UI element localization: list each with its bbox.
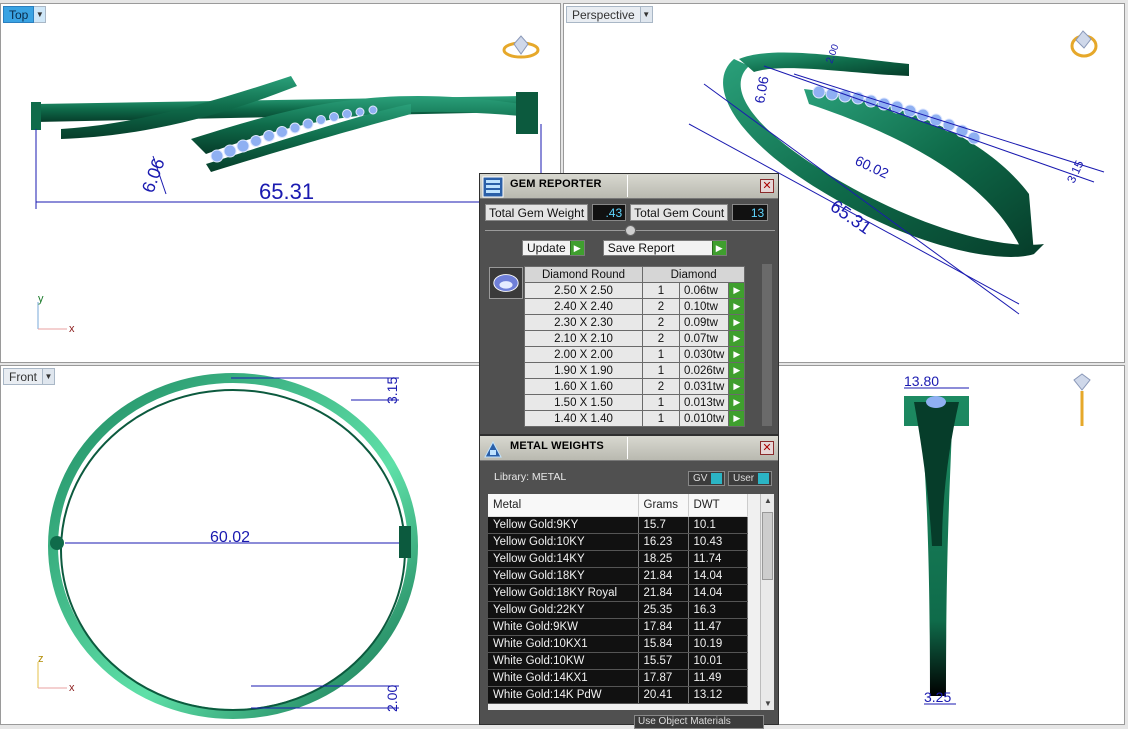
total-gem-count-value: 13 (732, 204, 769, 221)
play-arrow-icon[interactable]: ▶ (711, 241, 726, 255)
svg-text:y: y (38, 293, 44, 305)
front-dim-top: 3.15 (384, 377, 400, 404)
metal-row[interactable]: Yellow Gold:18KY Royal 21.84 14.04 (488, 584, 748, 602)
gem-reporter-icon (482, 176, 504, 198)
persp-dim-width: 60.02 (853, 152, 892, 181)
chevron-down-icon[interactable]: ▼ (640, 6, 653, 23)
gem-row: 1.60 X 1.60 2 0.031tw ▶ (524, 378, 746, 395)
gem-row: 2.40 X 2.40 2 0.10tw ▶ (524, 298, 746, 315)
metal-weights-panel[interactable]: METAL WEIGHTS ✕ Library: METAL GV User M… (479, 435, 779, 729)
metal-row[interactable]: White Gold:14K PdW 20.41 13.12 (488, 686, 748, 704)
user-toggle[interactable]: User (728, 471, 773, 486)
viewport-front[interactable]: 60.02 3.15 2.00 z x Front ▼ (0, 365, 561, 725)
gem-table-scrollbar[interactable] (762, 264, 772, 426)
play-arrow-icon[interactable]: ▶ (728, 282, 746, 299)
metal-weights-icon (484, 440, 502, 458)
play-arrow-icon[interactable]: ▶ (569, 241, 584, 255)
tab-top[interactable]: Top ▼ (3, 6, 47, 23)
total-gem-count-label: Total Gem Count (630, 204, 729, 221)
gem-row: 2.50 X 2.50 1 0.06tw ▶ (524, 282, 746, 299)
scroll-up-icon[interactable]: ▲ (761, 496, 775, 505)
metal-table: Metal Grams DWT Yellow Gold:9KY 15.7 10.1 … (488, 494, 748, 704)
right-dim-top: 13.80 (904, 373, 939, 389)
tab-front[interactable]: Front ▼ (3, 368, 56, 385)
metal-row[interactable]: Yellow Gold:10KY 16.23 10.43 (488, 533, 748, 551)
svg-text:z: z (38, 653, 44, 665)
play-arrow-icon[interactable]: ▶ (728, 346, 746, 363)
right-dim-bottom: 3.25 (924, 689, 951, 705)
gem-row: 1.40 X 1.40 1 0.010tw ▶ (524, 410, 746, 427)
metal-weights-title: METAL WEIGHTS (510, 440, 604, 452)
persp-dim-top: 3.15 (1064, 158, 1087, 185)
metal-row[interactable]: White Gold:10KW 15.57 10.01 (488, 652, 748, 670)
top-dim-length: 65.31 (259, 179, 314, 204)
metal-column-header[interactable]: Metal (488, 494, 639, 517)
metal-row[interactable]: White Gold:9KW 17.84 11.47 (488, 618, 748, 636)
right-ring-icon (1073, 373, 1091, 426)
use-object-materials-checkbox[interactable]: Use Object Materials (634, 715, 764, 729)
metal-row[interactable]: Yellow Gold:22KY 25.35 16.3 (488, 601, 748, 619)
metal-weights-titlebar[interactable]: METAL WEIGHTS ✕ (480, 436, 778, 461)
gem-reporter-title: GEM REPORTER (510, 178, 602, 190)
metal-row[interactable]: White Gold:10KX1 15.84 10.19 (488, 635, 748, 653)
play-arrow-icon[interactable]: ▶ (728, 330, 746, 347)
svg-text:x: x (69, 323, 75, 335)
update-button[interactable]: Update ▶ (522, 240, 585, 256)
gem-row: 2.00 X 2.00 1 0.030tw ▶ (524, 346, 746, 363)
gem-table: Diamond Round Diamond 2.50 X 2.50 1 0.06tw… (524, 266, 746, 427)
front-view-scene: 60.02 3.15 2.00 z x (37, 373, 418, 719)
total-gem-weight-label: Total Gem Weight (485, 204, 589, 221)
gv-toggle[interactable]: GV (688, 471, 726, 486)
gem-row: 1.90 X 1.90 1 0.026tw ▶ (524, 362, 746, 379)
metal-table-area: Metal Grams DWT Yellow Gold:9KY 15.7 10.1 … (488, 494, 768, 710)
gem-reporter-titlebar[interactable]: GEM REPORTER ✕ (480, 174, 778, 199)
diamond-round-icon (489, 267, 523, 299)
play-arrow-icon[interactable]: ▶ (728, 314, 746, 331)
gem-type-header: Diamond (641, 266, 746, 283)
gem-totals: Total Gem Weight .43 Total Gem Count 13 (485, 204, 769, 221)
front-axis-icon: z x (37, 653, 75, 694)
save-report-button[interactable]: Save Report ▶ (602, 240, 727, 256)
play-arrow-icon[interactable]: ▶ (728, 410, 746, 427)
metal-table-scrollbar[interactable]: ▲ ▼ (760, 494, 774, 710)
play-arrow-icon[interactable]: ▶ (728, 394, 746, 411)
gem-row: 2.30 X 2.30 2 0.09tw ▶ (524, 314, 746, 331)
persp-ring-icon (1070, 30, 1098, 58)
top-view-scene: 65.31 6.06 y x (31, 35, 542, 335)
panel-split-slider[interactable] (485, 225, 775, 236)
svg-text:x: x (69, 682, 75, 694)
scroll-down-icon[interactable]: ▼ (761, 699, 775, 708)
persp-dim-gem: 6.06 (751, 75, 772, 105)
tab-perspective[interactable]: Perspective ▼ (566, 6, 653, 23)
scrollbar-thumb[interactable] (762, 512, 773, 580)
metal-row[interactable]: Yellow Gold:9KY 15.7 10.1 (488, 516, 748, 534)
top-ring-icon (502, 35, 540, 59)
metal-library-label: Library: METAL (494, 471, 567, 483)
play-arrow-icon[interactable]: ▶ (728, 298, 746, 315)
grams-column-header[interactable]: Grams (638, 494, 689, 517)
front-dim-width: 60.02 (210, 529, 250, 546)
close-icon[interactable]: ✕ (760, 179, 774, 193)
play-arrow-icon[interactable]: ▶ (728, 362, 746, 379)
metal-row[interactable]: White Gold:14KX1 17.87 11.49 (488, 669, 748, 687)
close-icon[interactable]: ✕ (760, 441, 774, 455)
total-gem-weight-value: .43 (592, 204, 627, 221)
viewport-top[interactable]: 65.31 6.06 y x Top ▼ (0, 3, 561, 363)
slider-knob[interactable] (625, 225, 636, 236)
chevron-down-icon[interactable]: ▼ (43, 368, 56, 385)
dwt-column-header[interactable]: DWT (688, 494, 748, 517)
metal-row[interactable]: Yellow Gold:18KY 21.84 14.04 (488, 567, 748, 585)
metal-row[interactable]: Yellow Gold:14KY 18.25 11.74 (488, 550, 748, 568)
play-arrow-icon[interactable]: ▶ (728, 378, 746, 395)
chevron-down-icon[interactable]: ▼ (34, 6, 47, 23)
top-axis-icon: y x (37, 293, 75, 335)
gem-reporter-panel[interactable]: GEM REPORTER ✕ Total Gem Weight .43 Tota… (479, 173, 779, 435)
gem-row: 2.10 X 2.10 2 0.07tw ▶ (524, 330, 746, 347)
gem-row: 1.50 X 1.50 1 0.013tw ▶ (524, 394, 746, 411)
front-dim-bottom: 2.00 (384, 685, 400, 712)
gem-shape-header: Diamond Round (524, 266, 643, 283)
